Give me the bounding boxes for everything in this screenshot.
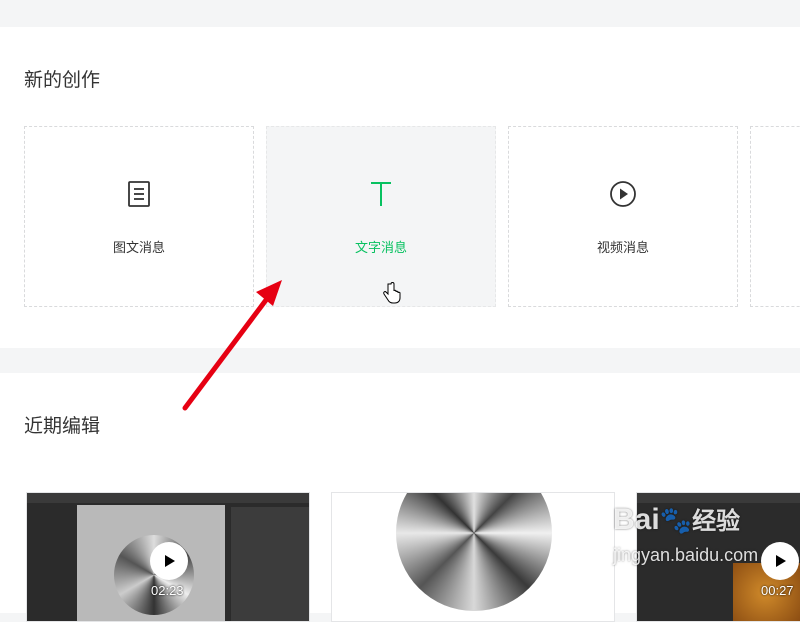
watermark-brand-cn: 经验 bbox=[692, 508, 741, 535]
image-text-message-label: 图文消息 bbox=[112, 241, 165, 256]
video-duration: 02:23 bbox=[151, 583, 184, 598]
watermark-url: jingyan.baidu.com bbox=[613, 545, 759, 565]
recent-edits-title: 近期编辑 bbox=[24, 415, 101, 437]
recent-item-image-2[interactable] bbox=[331, 492, 615, 622]
watermark-brand: Bai bbox=[613, 503, 660, 536]
baidu-watermark: Bai🐾经验 jingyan.baidu.com bbox=[613, 505, 758, 566]
metal-disc-image bbox=[396, 493, 552, 611]
play-circle-icon bbox=[608, 179, 638, 209]
text-message-card[interactable]: 文字消息 bbox=[266, 126, 496, 307]
new-creation-title: 新的创作 bbox=[24, 69, 101, 91]
video-duration: 00:27 bbox=[761, 583, 794, 598]
paw-icon: 🐾 bbox=[659, 505, 693, 535]
more-creation-card[interactable] bbox=[750, 126, 800, 307]
video-message-label: 视频消息 bbox=[596, 241, 649, 256]
text-message-label: 文字消息 bbox=[354, 241, 407, 256]
screenshot-panel bbox=[231, 507, 309, 621]
screenshot-thumbnail bbox=[27, 493, 309, 503]
new-creation-section: 新的创作 图文消息 文字消息 视频消息 bbox=[0, 27, 800, 348]
image-text-message-card[interactable]: 图文消息 bbox=[24, 126, 254, 307]
hand-cursor-icon bbox=[383, 282, 401, 309]
recent-item-video-1[interactable]: 02:23 bbox=[26, 492, 310, 622]
screenshot-thumbnail bbox=[637, 493, 800, 503]
document-icon bbox=[124, 179, 154, 209]
video-message-card[interactable]: 视频消息 bbox=[508, 126, 738, 307]
recent-edits-section: 近期编辑 02:23 00:27 bbox=[0, 373, 800, 622]
text-t-icon bbox=[366, 179, 396, 209]
play-button-icon[interactable] bbox=[761, 542, 799, 580]
play-button-icon[interactable] bbox=[150, 542, 188, 580]
